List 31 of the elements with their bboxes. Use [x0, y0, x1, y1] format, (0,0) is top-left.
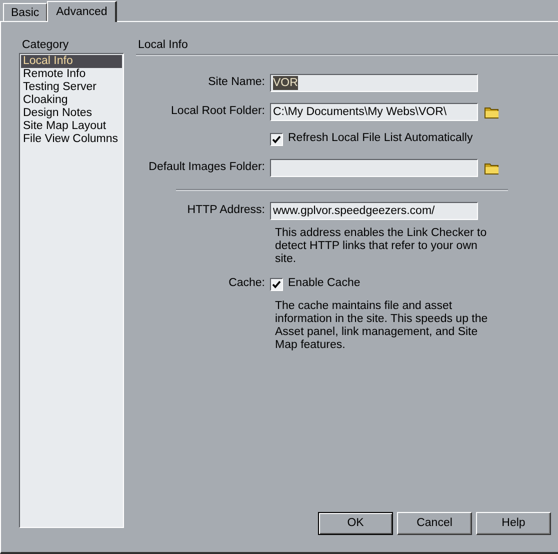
category-item[interactable]: Design Notes	[21, 107, 122, 120]
category-item[interactable]: File View Columns	[21, 133, 122, 146]
field-label: Local Root Folder:	[170, 104, 266, 120]
help-text: The cache maintains file and asset information in the site. This speeds up the Asset panel, link management, and Site Map features.	[275, 300, 489, 352]
text-field[interactable]: C:\My Documents\My Webs\VOR\	[270, 103, 478, 121]
category-heading: Category	[21, 38, 70, 53]
folder-icon[interactable]	[484, 106, 500, 118]
field-label: HTTP Address:	[186, 203, 266, 218]
dialog-button[interactable]: Cancel	[397, 512, 472, 535]
category-item[interactable]: Local Info	[21, 55, 122, 68]
dialog-button[interactable]: Help	[476, 512, 551, 535]
section-heading: Local Info	[137, 38, 189, 52]
category-item[interactable]: Site Map Layout	[21, 120, 122, 133]
dialog-button[interactable]: OK	[318, 512, 393, 535]
folder-icon[interactable]	[484, 162, 500, 174]
category-item[interactable]: Cloaking	[21, 94, 122, 107]
tab[interactable]: Advanced	[47, 1, 118, 22]
category-item[interactable]: Testing Server	[21, 81, 122, 94]
text-field[interactable]: www.gplvor.speedgeezers.com/	[270, 202, 478, 220]
category-list[interactable]: Local Info Remote Info Testing Server Cloaking Design Notes Site Map Layout File View Columns	[19, 53, 124, 528]
field-label: Site Name:	[207, 75, 266, 90]
text-field[interactable]: VOR	[270, 74, 478, 92]
text-field[interactable]	[270, 159, 478, 177]
help-text: This address enables the Link Checker to detect HTTP links that refer to your own site.	[275, 227, 488, 266]
field-label: Cache:	[228, 276, 266, 292]
field-label: Default Images Folder:	[148, 160, 266, 176]
checkbox-label[interactable]: Enable Cache	[288, 275, 360, 293]
checkbox-label[interactable]: Refresh Local File List Automatically	[288, 130, 473, 148]
category-item[interactable]: Remote Info	[21, 68, 122, 81]
checkbox[interactable]	[270, 278, 283, 290]
checkbox[interactable]	[270, 132, 283, 146]
